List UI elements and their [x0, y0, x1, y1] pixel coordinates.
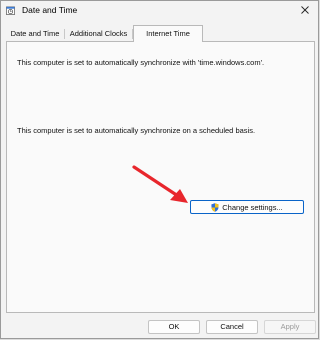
change-settings-label: Change settings...: [222, 202, 283, 212]
date-and-time-dialog: Date and Time Date and Time Additional C…: [0, 0, 319, 339]
clock-calendar-icon: [6, 6, 15, 15]
sync-server-message: This computer is set to automatically sy…: [17, 58, 265, 67]
change-settings-button[interactable]: Change settings...: [190, 200, 304, 214]
tab-strip: Date and Time Additional Clocks Internet…: [6, 25, 315, 42]
internet-time-panel: This computer is set to automatically sy…: [6, 41, 315, 313]
cancel-button[interactable]: Cancel: [206, 320, 258, 334]
tab-internet-time[interactable]: Internet Time: [133, 25, 203, 42]
window-title: Date and Time: [22, 5, 78, 15]
ok-button[interactable]: OK: [148, 320, 200, 334]
close-icon: [301, 6, 309, 14]
uac-shield-icon: [211, 202, 219, 212]
tab-date-and-time[interactable]: Date and Time: [6, 27, 64, 41]
apply-button: Apply: [264, 320, 316, 334]
tab-additional-clocks[interactable]: Additional Clocks: [65, 27, 132, 41]
title-bar[interactable]: Date and Time: [1, 1, 318, 21]
close-button[interactable]: [296, 2, 314, 18]
sync-schedule-message: This computer is set to automatically sy…: [17, 126, 256, 135]
